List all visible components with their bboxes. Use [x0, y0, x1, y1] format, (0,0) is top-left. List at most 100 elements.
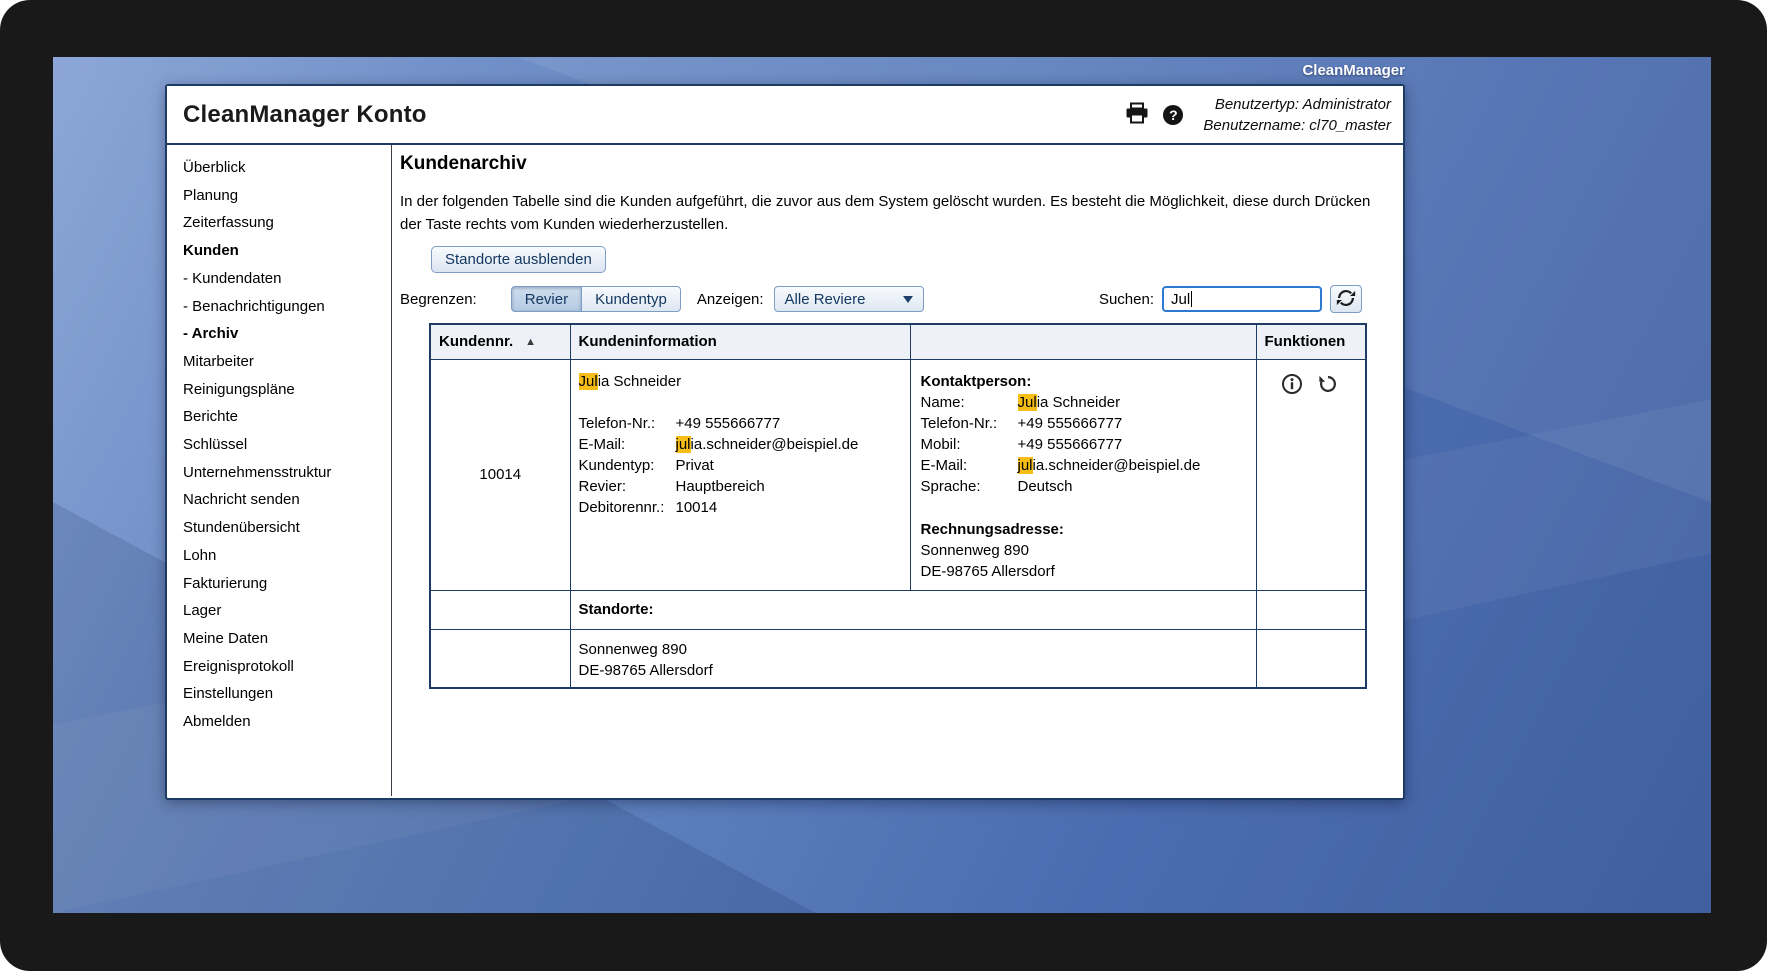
sidebar-item-benachrichtigungen[interactable]: - Benachrichtigungen	[183, 293, 391, 321]
column-header-funktionen: Funktionen	[1256, 324, 1366, 359]
sidebar-item-abmelden[interactable]: Abmelden	[183, 708, 391, 736]
sites-row: Sonnenweg 890 DE-98765 Allersdorf	[430, 629, 1366, 688]
sidebar-item-ueberblick[interactable]: Überblick	[183, 154, 391, 182]
brand-text: CleanManager	[165, 62, 1405, 79]
sidebar-item-mitarbeiter[interactable]: Mitarbeiter	[183, 348, 391, 376]
info-button[interactable]	[1281, 373, 1303, 398]
sidebar-item-unternehmensstruktur[interactable]: Unternehmensstruktur	[183, 459, 391, 487]
filter-kundentyp-button[interactable]: Kundentyp	[582, 286, 681, 312]
column-header-kundennr[interactable]: Kundennr.▲	[430, 324, 570, 359]
customer-row: 10014 Julia Schneider Telefon-Nr.: +49 5…	[430, 359, 1366, 590]
contact-cell: Kontaktperson: Name: Julia Schneider Tel…	[910, 359, 1256, 590]
refresh-button[interactable]	[1330, 285, 1362, 313]
sidebar-item-stundenuebersicht[interactable]: Stundenübersicht	[183, 514, 391, 542]
sidebar-item-berichte[interactable]: Berichte	[183, 403, 391, 431]
filter-toolbar: Begrenzen: Revier Kundentyp Anzeigen: Al…	[400, 285, 1362, 313]
site-address: Sonnenweg 890 DE-98765 Allersdorf	[571, 639, 1256, 681]
info-field-email: E-Mail: julia.schneider@beispiel.de	[579, 434, 902, 455]
select-value: Alle Reviere	[785, 291, 866, 308]
contact-field-email: E-Mail: julia.schneider@beispiel.de	[921, 455, 1246, 476]
table-header-row: Kundennr.▲ Kundeninformation Funktionen	[430, 324, 1366, 359]
sites-heading: Standorte:	[571, 601, 1256, 618]
sidebar-item-lager[interactable]: Lager	[183, 597, 391, 625]
contact-field-telefon: Telefon-Nr.: +49 555666777	[921, 413, 1246, 434]
empty-cell	[1256, 590, 1366, 629]
sidebar-item-planung[interactable]: Planung	[183, 182, 391, 210]
billing-line: Sonnenweg 890	[921, 540, 1246, 561]
field-label: Mobil:	[921, 434, 1018, 455]
sidebar-item-kundendaten[interactable]: - Kundendaten	[183, 265, 391, 293]
field-value: 10014	[676, 497, 718, 518]
print-button[interactable]	[1123, 100, 1151, 129]
sidebar-item-ereignisprotokoll[interactable]: Ereignisprotokoll	[183, 653, 391, 681]
device-frame: CleanManager CleanManager Konto	[0, 0, 1767, 971]
search-input-value: Jul	[1171, 291, 1190, 308]
field-value: Deutsch	[1018, 476, 1073, 497]
sidebar-item-reinigungsplaene[interactable]: Reinigungspläne	[183, 376, 391, 404]
sidebar-item-lohn[interactable]: Lohn	[183, 542, 391, 570]
customer-archive-table: Kundennr.▲ Kundeninformation Funktionen …	[429, 323, 1367, 689]
sites-address-cell: Sonnenweg 890 DE-98765 Allersdorf	[570, 629, 1256, 688]
sidebar-item-meine-daten[interactable]: Meine Daten	[183, 625, 391, 653]
sidebar: Überblick Planung Zeiterfassung Kunden -…	[167, 145, 392, 796]
sidebar-item-fakturierung[interactable]: Fakturierung	[183, 570, 391, 598]
field-label: Sprache:	[921, 476, 1018, 497]
sidebar-item-archiv[interactable]: - Archiv	[183, 320, 391, 348]
empty-cell	[430, 590, 570, 629]
column-header-contact	[910, 324, 1256, 359]
sidebar-item-einstellungen[interactable]: Einstellungen	[183, 680, 391, 708]
customer-number-cell: 10014	[430, 359, 570, 590]
refresh-icon	[1335, 287, 1357, 312]
text-caret	[1191, 291, 1192, 307]
chevron-down-icon	[903, 296, 913, 303]
page-title: CleanManager Konto	[183, 101, 427, 129]
sidebar-item-nachricht-senden[interactable]: Nachricht senden	[183, 486, 391, 514]
user-info: Benutzertyp: Administrator Benutzername:…	[1203, 94, 1391, 136]
search-label: Suchen:	[1099, 291, 1154, 308]
sites-header-row: Standorte:	[430, 590, 1366, 629]
field-label: Revier:	[579, 476, 676, 497]
field-label: E-Mail:	[921, 455, 1018, 476]
info-field-telefon: Telefon-Nr.: +49 555666777	[579, 413, 902, 434]
info-field-revier: Revier: Hauptbereich	[579, 476, 902, 497]
field-value: Julia Schneider	[1018, 392, 1121, 413]
restore-button[interactable]	[1316, 373, 1340, 398]
page-heading: Kundenarchiv	[400, 153, 1403, 175]
sidebar-item-kunden[interactable]: Kunden	[183, 237, 391, 265]
help-button[interactable]: ?	[1161, 103, 1185, 127]
site-address-line: Sonnenweg 890	[579, 639, 1256, 660]
contact-field-name: Name: Julia Schneider	[921, 392, 1246, 413]
contact-heading: Kontaktperson:	[921, 371, 1246, 392]
search-input[interactable]: Jul	[1162, 286, 1322, 312]
empty-cell	[1256, 629, 1366, 688]
field-label: Telefon-Nr.:	[921, 413, 1018, 434]
field-label: Kundentyp:	[579, 455, 676, 476]
contact-field-sprache: Sprache: Deutsch	[921, 476, 1246, 497]
billing-line: DE-98765 Allersdorf	[921, 561, 1246, 582]
limit-segment-group: Revier Kundentyp	[511, 286, 681, 312]
app-window: CleanManager Konto ?	[165, 84, 1405, 800]
sidebar-item-zeiterfassung[interactable]: Zeiterfassung	[183, 209, 391, 237]
field-label: Name:	[921, 392, 1018, 413]
customer-name: Julia Schneider	[579, 371, 902, 392]
revier-select[interactable]: Alle Reviere	[774, 286, 924, 312]
sort-ascending-icon: ▲	[525, 336, 536, 348]
filter-revier-button[interactable]: Revier	[511, 286, 582, 312]
sites-heading-cell: Standorte:	[570, 590, 1256, 629]
functions-cell	[1256, 359, 1366, 590]
field-value: Privat	[676, 455, 714, 476]
site-address-line: DE-98765 Allersdorf	[579, 660, 1256, 681]
search-highlight: Jul	[579, 373, 598, 390]
window-body: Überblick Planung Zeiterfassung Kunden -…	[167, 145, 1403, 796]
column-header-kundeninformation: Kundeninformation	[570, 324, 910, 359]
description-text: In der folgenden Tabelle sind die Kunden…	[400, 191, 1385, 236]
empty-cell	[430, 629, 570, 688]
toggle-sites-button[interactable]: Standorte ausblenden	[431, 246, 606, 273]
contact-field-mobil: Mobil: +49 555666777	[921, 434, 1246, 455]
field-label: Telefon-Nr.:	[579, 413, 676, 434]
limit-label: Begrenzen:	[400, 291, 477, 308]
sidebar-item-schluessel[interactable]: Schlüssel	[183, 431, 391, 459]
field-value: julia.schneider@beispiel.de	[676, 434, 859, 455]
field-value: +49 555666777	[1018, 434, 1123, 455]
search-highlight: jul	[1018, 457, 1033, 474]
